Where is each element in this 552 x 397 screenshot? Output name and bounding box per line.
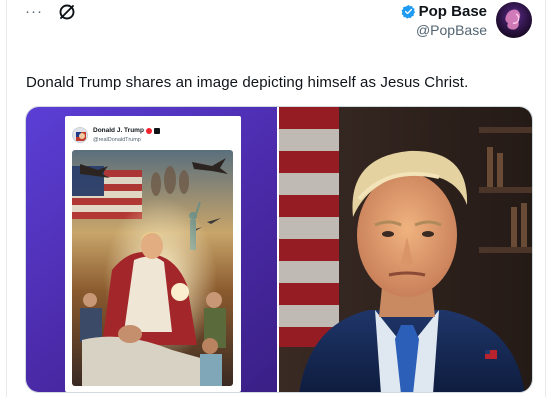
tweet-text: Donald Trump shares an image depicting h… xyxy=(26,74,469,91)
verified-badge-icon xyxy=(401,5,415,19)
author-handle[interactable]: @PopBase xyxy=(401,22,487,38)
mute-icon[interactable] xyxy=(57,2,77,22)
tweet-card[interactable]: ··· Pop Base @PopBase Donald Trump share… xyxy=(6,0,546,397)
embedded-badge-icon xyxy=(145,127,152,134)
author-avatar[interactable] xyxy=(496,2,532,38)
tweet-media-grid: Donald J. Trump @realDonaldTrump xyxy=(25,106,533,393)
author-display-name[interactable]: Pop Base xyxy=(419,3,487,20)
embedded-follow-icon xyxy=(153,127,160,134)
jesus-painting-image xyxy=(72,150,233,386)
author-block[interactable]: Pop Base @PopBase xyxy=(401,3,487,38)
embedded-avatar xyxy=(72,127,88,143)
embedded-handle: @realDonaldTrump xyxy=(93,137,141,143)
media-image-right[interactable] xyxy=(277,107,532,392)
avatar-image xyxy=(496,2,532,38)
portrait-photo xyxy=(279,107,532,392)
embedded-post-screenshot: Donald J. Trump @realDonaldTrump xyxy=(65,116,241,392)
media-image-left[interactable]: Donald J. Trump @realDonaldTrump xyxy=(26,107,277,392)
more-options-button[interactable]: ··· xyxy=(23,3,45,21)
embedded-name-text: Donald J. Trump xyxy=(93,127,144,134)
embedded-display-name: Donald J. Trump xyxy=(93,127,160,134)
tweet-actions-top: ··· xyxy=(23,2,77,22)
author-name-row: Pop Base xyxy=(401,3,487,20)
